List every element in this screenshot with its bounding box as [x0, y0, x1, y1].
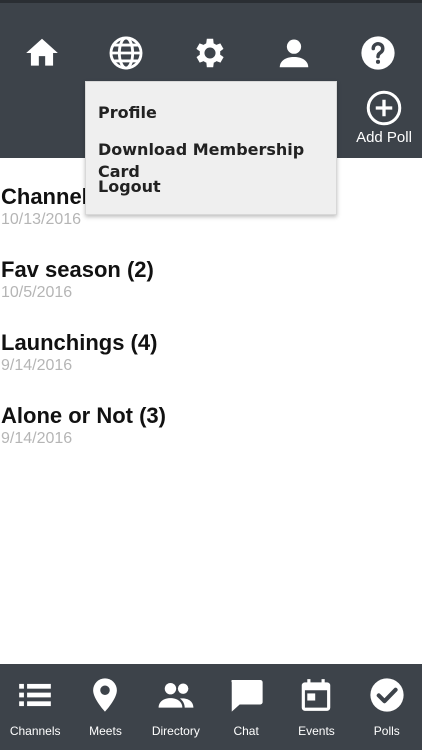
- globe-icon[interactable]: [106, 33, 146, 73]
- tab-label: Channels: [9, 724, 61, 738]
- chat-bubble-icon: [231, 679, 263, 712]
- tab-meets[interactable]: Meets: [70, 664, 140, 750]
- poll-date: 10/5/2016: [1, 284, 73, 301]
- tab-polls[interactable]: Polls: [352, 664, 422, 750]
- poll-date: 9/14/2016: [1, 430, 73, 447]
- tab-events[interactable]: Events: [281, 664, 351, 750]
- add-poll-label: Add Poll: [356, 129, 412, 146]
- poll-date: 10/13/2016: [1, 211, 82, 228]
- poll-title: Launchings (4): [1, 330, 158, 355]
- person-icon[interactable]: [274, 33, 314, 73]
- location-pin-icon: [93, 678, 118, 712]
- menu-item-profile[interactable]: Profile: [86, 102, 336, 139]
- tab-label: Meets: [89, 724, 122, 738]
- home-icon[interactable]: [22, 33, 62, 73]
- profile-dropdown-menu: Profile Download Membership Card Logout: [85, 81, 337, 215]
- tab-directory[interactable]: Directory: [141, 664, 211, 750]
- add-circle-icon: [366, 90, 402, 126]
- tab-chat[interactable]: Chat: [211, 664, 281, 750]
- people-icon: [158, 682, 194, 708]
- list-item[interactable]: Fav season (2) 10/5/2016: [0, 231, 422, 304]
- status-strip: [0, 0, 422, 3]
- tab-channels[interactable]: Channels: [0, 664, 70, 750]
- poll-date: 9/14/2016: [1, 357, 73, 374]
- poll-title: Channel: [1, 184, 88, 209]
- list-icon: [19, 683, 51, 707]
- add-poll-button[interactable]: Add Poll: [352, 90, 416, 150]
- gear-icon[interactable]: [190, 33, 230, 73]
- menu-item-logout[interactable]: Logout: [86, 176, 336, 213]
- list-item[interactable]: Alone or Not (3) 9/14/2016: [0, 377, 422, 450]
- poll-title: Fav season (2): [1, 257, 154, 282]
- check-circle-icon: [370, 678, 404, 712]
- tab-label: Events: [298, 724, 335, 738]
- help-icon[interactable]: [358, 33, 398, 73]
- poll-title: Alone or Not (3): [1, 403, 166, 428]
- tab-label: Chat: [233, 724, 259, 738]
- tab-label: Polls: [373, 724, 400, 738]
- tab-label: Directory: [151, 724, 200, 738]
- menu-item-download-membership-card[interactable]: Download Membership Card: [86, 139, 336, 181]
- bottom-tab-bar: Channels Meets Directory Chat Events Pol…: [0, 664, 422, 750]
- list-item[interactable]: Launchings (4) 9/14/2016: [0, 304, 422, 377]
- calendar-icon: [302, 679, 331, 711]
